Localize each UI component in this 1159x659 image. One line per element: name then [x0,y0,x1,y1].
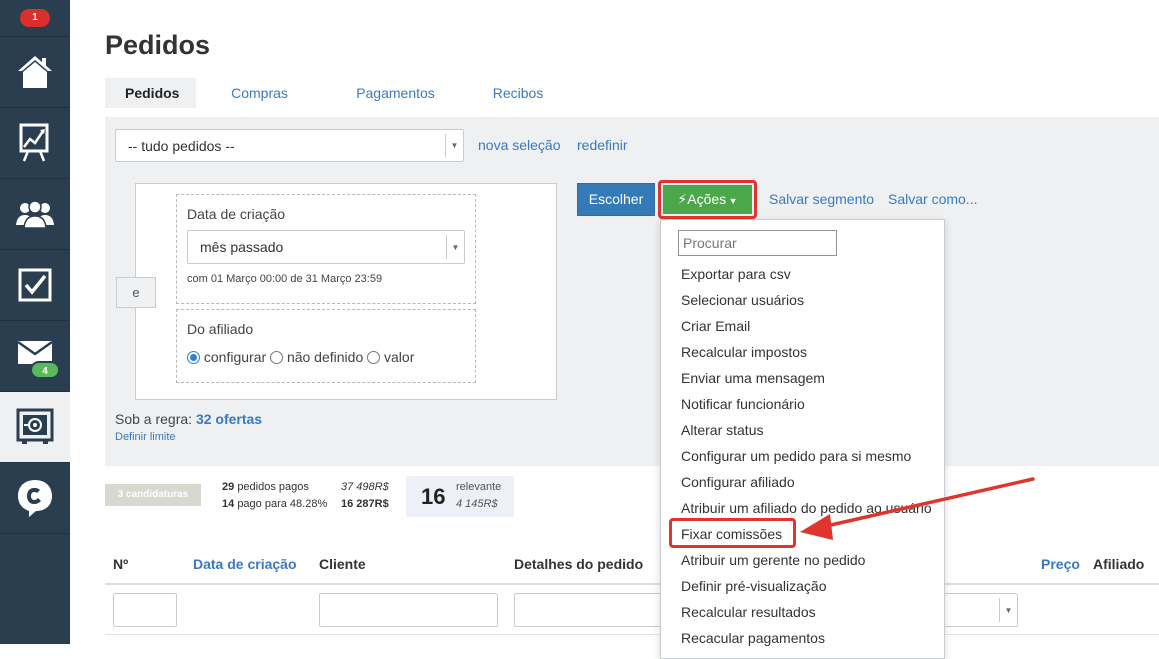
messages-badge: 4 [30,361,60,379]
table-header-divider [105,583,1159,585]
chevron-down-icon: ▼ [999,598,1017,622]
chevron-down-icon: ▼ [446,235,464,259]
fix-commissions-highlight [669,518,796,548]
sidebar-notifications[interactable]: 1 [0,0,70,37]
radio-value[interactable] [367,351,381,364]
reset-link[interactable]: redefinir [577,137,628,153]
date-period-select[interactable]: mês passado ▼ [187,230,465,264]
sidebar: 1 4 [0,0,70,644]
menu-item-send-message[interactable]: Enviar uma mensagem [681,370,825,386]
menu-item-configure-affiliate[interactable]: Configurar afiliado [681,474,795,490]
tab-payments[interactable]: Pagamentos [313,78,478,108]
date-range-text: com 01 Março 00:00 de 31 Março 23:59 [187,273,383,285]
sidebar-item-statistics[interactable] [0,108,70,179]
users-icon [16,200,54,229]
menu-item-assign-manager[interactable]: Atribuir um gerente no pedido [681,552,865,568]
menu-item-export-csv[interactable]: Exportar para csv [681,266,791,282]
column-affiliate: Afiliado [1093,556,1145,572]
column-price[interactable]: Preço [1041,556,1080,572]
home-icon [18,56,52,88]
menu-item-assign-affiliate-to-user[interactable]: Atribuir um afiliado do pedido ao usuári… [681,500,932,516]
relevant-label: relevante [456,481,502,493]
radio-undefined-label: não definido [286,349,364,365]
details-filter-input[interactable] [514,593,664,627]
actions-dropdown-menu: Procurar Exportar para csv Selecionar us… [660,219,945,659]
table-row-divider [105,634,1159,635]
menu-item-order-for-self[interactable]: Configurar um pedido para si mesmo [681,448,911,464]
new-selection-link[interactable]: nova seleção [478,137,561,153]
paid-for-count: 14 [222,498,235,510]
sidebar-item-users[interactable] [0,179,70,250]
checkbox-icon [18,268,52,302]
paid-orders-stat: 29 pedidos pagos [222,481,309,493]
rule-text: Sob a regra: 32 ofertas [115,411,262,427]
chat-logo-icon [18,480,52,517]
tab-orders[interactable]: Pedidos [105,78,196,108]
column-client: Cliente [319,556,366,572]
menu-item-notify-employee[interactable]: Notificar funcionário [681,396,805,412]
selection-dropdown[interactable]: -- tudo pedidos -- ▼ [115,129,464,162]
tab-purchases[interactable]: Compras [206,78,313,108]
save-as-link[interactable]: Salvar como... [888,191,977,207]
menu-item-select-users[interactable]: Selecionar usuários [681,292,804,308]
menu-item-recalculate-results[interactable]: Recalcular resultados [681,604,816,620]
candidatures-badge[interactable]: 3 candidaturas [105,484,201,506]
menu-item-create-email[interactable]: Criar Email [681,318,750,334]
safe-icon [16,408,54,444]
affiliate-radio-group: configurar não definido valor [187,349,414,365]
caret-down-icon: ▼ [726,196,738,206]
radio-configure[interactable] [187,351,200,364]
sidebar-item-home[interactable] [0,37,70,108]
number-filter-input[interactable] [113,593,177,627]
actions-label: Ações [687,191,727,207]
rule-prefix: Sob a regra: [115,411,193,427]
page-title: Pedidos [105,30,211,60]
notification-badge: 1 [20,9,50,27]
save-segment-link[interactable]: Salvar segmento [769,191,874,207]
menu-item-set-preview[interactable]: Definir pré-visualização [681,578,827,594]
menu-item-recalculate-taxes[interactable]: Recalcular impostos [681,344,807,360]
client-filter-input[interactable] [319,593,498,627]
paid-label: pedidos pagos [237,481,309,493]
radio-configure-label: configurar [203,349,267,365]
lightning-icon: ⚡ [677,191,688,207]
column-number: Nº [113,556,129,572]
actions-highlight: ⚡Ações ▼ [658,180,757,219]
selection-value: -- tudo pedidos -- [128,137,235,154]
date-label: Data de criação [187,206,286,222]
sidebar-item-orders[interactable] [0,392,70,463]
column-details: Detalhes do pedido [514,556,644,572]
menu-item-change-status[interactable]: Alterar status [681,422,763,438]
affiliate-label: Do afiliado [187,321,254,337]
paid-for-stat: 14 pago para 48.28% [222,498,327,510]
rule-offers-link[interactable]: 32 ofertas [196,411,262,427]
sidebar-item-chat[interactable] [0,463,70,534]
chart-board-icon [19,123,49,162]
choose-button[interactable]: Escolher [577,183,655,216]
set-limit-link[interactable]: Definir limite [115,431,176,443]
paid-count: 29 [222,481,235,493]
radio-value-label: valor [384,349,415,365]
radio-undefined[interactable] [270,351,284,364]
paid-for-label: pago para 48.28% [237,498,328,510]
actions-button[interactable]: ⚡Ações ▼ [663,185,752,214]
column-filter-select[interactable]: ▼ [940,593,1018,627]
sidebar-item-tasks[interactable] [0,250,70,321]
sidebar-item-messages[interactable]: 4 [0,321,70,392]
relevant-amount: 4 145R$ [456,498,498,510]
paid-for-amount: 16 287R$ [341,498,389,510]
tab-bar: Pedidos Compras Pagamentos Recibos [105,78,558,108]
chevron-down-icon: ▼ [445,134,463,157]
date-period-value: mês passado [200,239,284,255]
paid-amount: 37 498R$ [341,481,389,493]
relevant-box[interactable]: 16 relevante 4 145R$ [406,476,514,517]
column-created[interactable]: Data de criação [193,556,297,572]
actions-search-input[interactable]: Procurar [678,230,837,256]
relevant-count: 16 [421,484,446,509]
and-operator-button[interactable]: e [116,277,156,308]
tab-receipts[interactable]: Recibos [478,78,558,108]
